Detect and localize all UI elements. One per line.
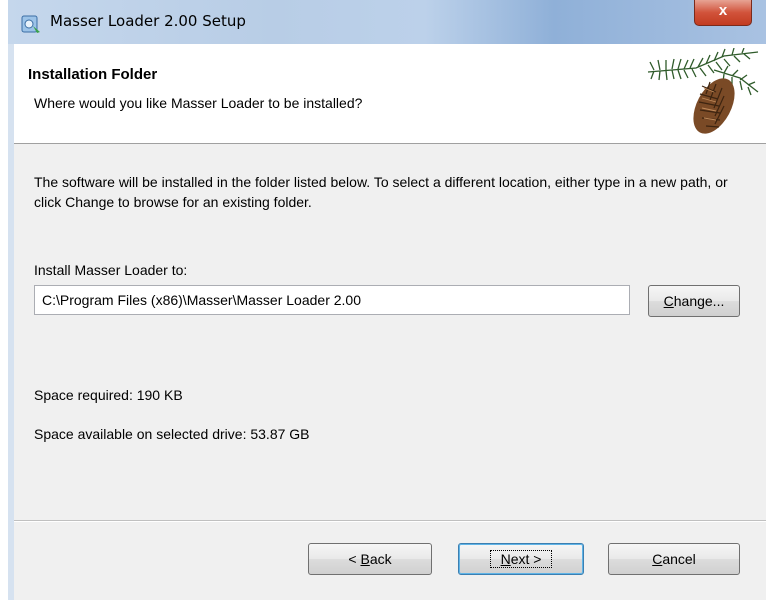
back-label: ack — [369, 551, 392, 567]
back-button[interactable]: < Back — [308, 543, 432, 575]
page-subtitle: Where would you like Masser Loader to be… — [34, 95, 363, 111]
change-label: hange... — [673, 293, 725, 309]
cancel-label: ancel — [662, 551, 696, 567]
space-available: Space available on selected drive: 53.87… — [34, 426, 310, 442]
install-location-label: Install Masser Loader to: — [34, 262, 188, 278]
title-bar[interactable]: Masser Loader 2.00 Setup x — [8, 0, 766, 44]
next-accel: N — [500, 551, 511, 567]
install-path-input[interactable] — [34, 285, 630, 315]
wizard-header: Installation Folder Where would you like… — [14, 44, 766, 144]
setup-installer-icon — [21, 15, 40, 33]
window-title: Masser Loader 2.00 Setup — [50, 12, 246, 30]
pine-cone-logo — [647, 48, 759, 134]
next-focus-rect: Next > — [489, 550, 553, 568]
close-icon: x — [718, 2, 728, 19]
back-accel: B — [360, 551, 370, 567]
footer-divider — [14, 520, 766, 522]
space-required: Space required: 190 KB — [34, 387, 183, 403]
close-button[interactable]: x — [694, 0, 752, 26]
next-button[interactable]: Next > — [458, 543, 584, 575]
change-button[interactable]: Change... — [648, 285, 740, 317]
description-text: The software will be installed in the fo… — [34, 174, 728, 210]
next-label: ext > — [510, 551, 542, 567]
cancel-button[interactable]: Cancel — [608, 543, 740, 575]
page-title: Installation Folder — [28, 66, 158, 83]
back-prefix: < — [348, 551, 361, 567]
setup-window: Masser Loader 2.00 Setup x Installation … — [8, 0, 766, 600]
change-accel: C — [663, 293, 674, 309]
cancel-accel: C — [652, 551, 663, 567]
